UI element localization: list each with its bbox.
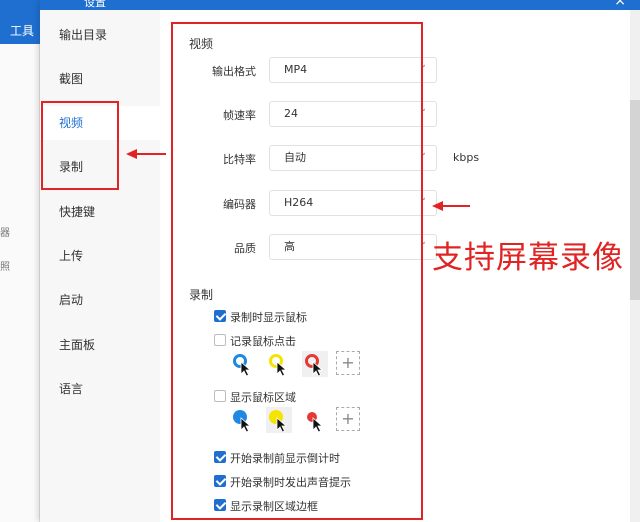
annotation-content-highlight <box>171 22 423 520</box>
nav-item-screenshot[interactable]: 截图 <box>40 62 160 96</box>
nav-item-language[interactable]: 语言 <box>40 372 160 406</box>
nav-item-output-dir[interactable]: 输出目录 <box>40 18 160 52</box>
bitrate-unit: kbps <box>453 151 480 164</box>
annotation-nav-highlight <box>41 101 119 190</box>
background-tools-menu[interactable]: 工具 <box>10 22 34 39</box>
annotation-caption: 支持屏幕录像 <box>432 240 624 276</box>
scrollbar-thumb[interactable] <box>630 100 640 300</box>
close-icon[interactable]: × <box>614 0 626 9</box>
nav-item-upload[interactable]: 上传 <box>40 239 160 273</box>
background-sidebar: 器 照 <box>0 44 40 522</box>
background-side-text: 照 <box>0 262 10 273</box>
annotation-arrow-left-head <box>126 149 137 159</box>
nav-item-main-panel[interactable]: 主面板 <box>40 328 160 362</box>
annotation-arrow-encoder-head <box>432 201 443 211</box>
nav-item-startup[interactable]: 启动 <box>40 283 160 317</box>
settings-nav: 输出目录 截图 视频 录制 快捷键 上传 启动 主面板 语言 <box>40 10 160 522</box>
annotation-arrow-encoder <box>442 205 470 207</box>
nav-item-shortcuts[interactable]: 快捷键 <box>40 195 160 229</box>
dialog-titlebar: 设置 × <box>40 0 640 10</box>
dialog-title: 设置 <box>84 0 106 9</box>
annotation-arrow-left <box>136 153 166 155</box>
background-side-text: 器 <box>0 228 10 239</box>
